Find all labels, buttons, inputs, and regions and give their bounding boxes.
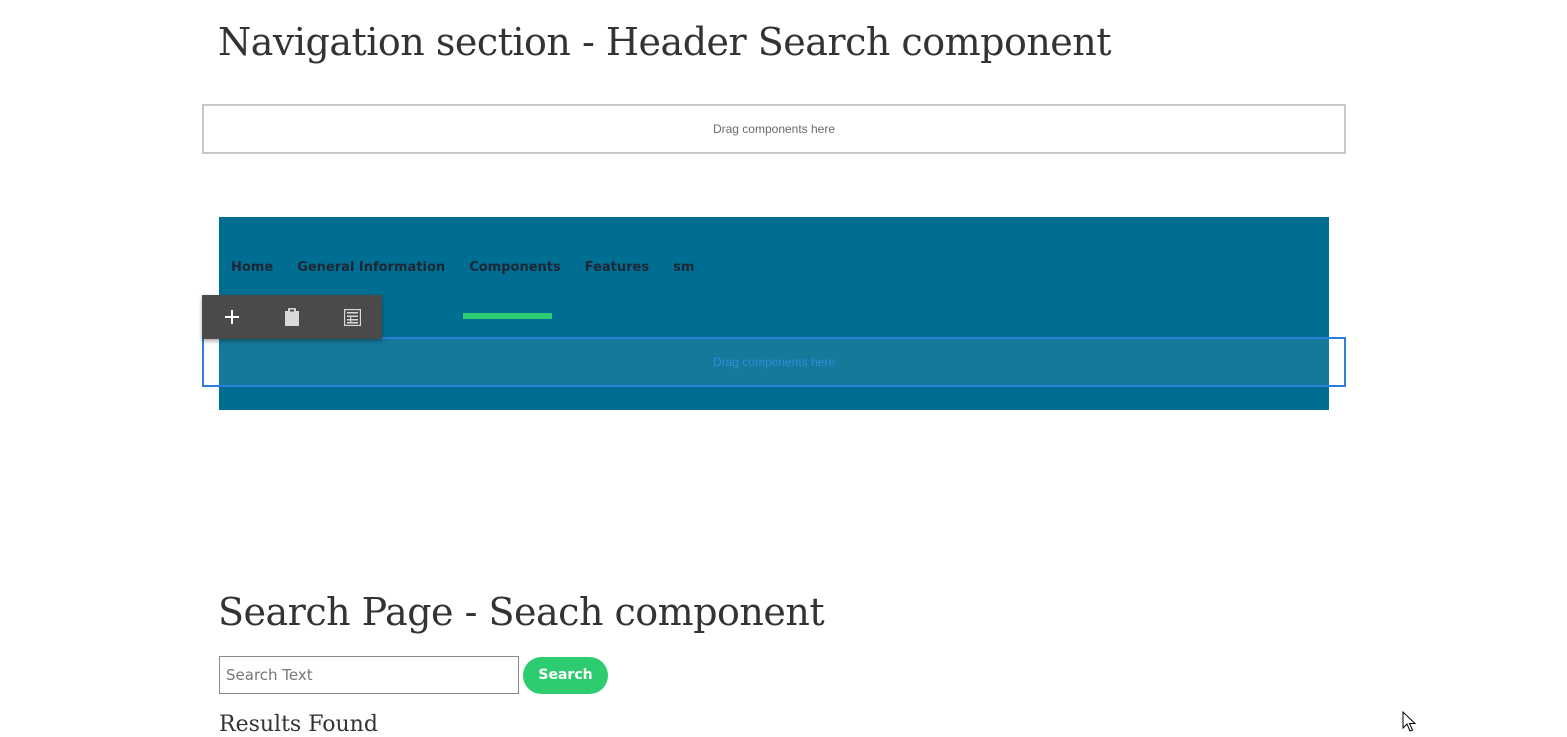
form-icon bbox=[343, 308, 361, 326]
nav-item-general-information[interactable]: General Information bbox=[285, 258, 457, 278]
nav-item-components[interactable]: Components bbox=[457, 258, 573, 278]
nav-item-home[interactable]: Home bbox=[219, 258, 285, 278]
active-nav-indicator bbox=[463, 313, 552, 319]
search-input[interactable] bbox=[219, 656, 519, 694]
search-section-heading: Search Page - Seach component bbox=[218, 590, 825, 634]
search-form: Search bbox=[219, 656, 608, 694]
results-heading: Results Found bbox=[219, 712, 378, 737]
clipboard-icon bbox=[285, 308, 299, 326]
plus-icon bbox=[225, 310, 239, 324]
top-dropzone[interactable]: Drag components here bbox=[202, 104, 1346, 154]
search-button[interactable]: Search bbox=[523, 656, 608, 694]
nav-dropzone-selected[interactable]: Drag components here bbox=[202, 337, 1346, 387]
navigation-section-heading: Navigation section - Header Search compo… bbox=[218, 20, 1112, 64]
main-nav-menu: Home General Information Components Feat… bbox=[219, 258, 706, 278]
nav-item-features[interactable]: Features bbox=[573, 258, 661, 278]
add-component-button[interactable] bbox=[202, 295, 262, 339]
placeholder-toolbar bbox=[202, 295, 382, 339]
nav-item-sm[interactable]: sm bbox=[661, 258, 706, 278]
mouse-cursor-icon bbox=[1402, 711, 1416, 732]
paste-button[interactable] bbox=[262, 295, 322, 339]
form-component-button[interactable] bbox=[322, 295, 382, 339]
dropzone-label: Drag components here bbox=[712, 355, 836, 369]
dropzone-label: Drag components here bbox=[712, 122, 836, 136]
